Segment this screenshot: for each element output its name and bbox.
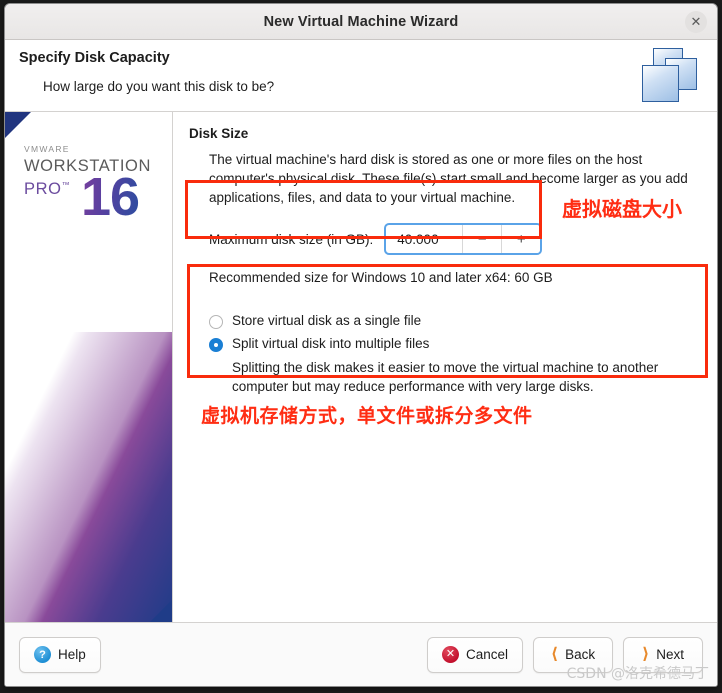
sidebar-gradient-decoration xyxy=(5,332,172,622)
max-disk-size-input[interactable]: 40.000 xyxy=(386,225,462,253)
page-title: Specify Disk Capacity xyxy=(19,50,170,66)
radio-option-multiple-files[interactable]: Split virtual disk into multiple files xyxy=(209,336,703,353)
brand-vmware: VMWARE xyxy=(24,144,70,154)
wizard-window: New Virtual Machine Wizard ✕ Specify Dis… xyxy=(4,3,718,687)
radio-label-single-file: Store virtual disk as a single file xyxy=(232,313,422,329)
help-button[interactable]: ? Help xyxy=(19,636,101,673)
title-bar: New Virtual Machine Wizard ✕ xyxy=(5,4,717,40)
error-circle-icon: ✕ xyxy=(441,646,459,663)
page-header: Specify Disk Capacity How large do you w… xyxy=(5,40,717,112)
brand-pro: PRO™ xyxy=(24,180,71,198)
radio-label-multiple-files: Split virtual disk into multiple files xyxy=(232,336,430,352)
max-disk-size-spinner[interactable]: 40.000 − + xyxy=(384,223,543,256)
radio-button-multiple-files[interactable] xyxy=(209,338,223,353)
increment-button[interactable]: + xyxy=(501,225,541,254)
cancel-button-label: Cancel xyxy=(465,647,508,662)
chevron-left-icon: ⟨ xyxy=(550,645,559,663)
corner-triangle-bottom-decoration xyxy=(150,600,172,622)
annotation-text-disk-size: 虚拟磁盘大小 xyxy=(562,197,682,221)
max-disk-size-label: Maximum disk size (in GB): xyxy=(209,231,374,247)
radio-option-single-file[interactable]: Store virtual disk as a single file xyxy=(209,313,703,330)
vmware-logo: VMWARE WORKSTATION PRO™ 16 xyxy=(24,144,151,232)
footer-button-bar: ? Help ✕ Cancel ⟨ Back ⟩ Next CSDN @洛克希德… xyxy=(5,622,717,686)
decrement-button[interactable]: − xyxy=(462,225,502,254)
annotation-text-storage-mode: 虚拟机存储方式，单文件或拆分多文件 xyxy=(201,405,533,427)
radio-help-multiple-files: Splitting the disk makes it easier to mo… xyxy=(232,360,659,395)
close-icon[interactable]: ✕ xyxy=(685,11,707,33)
chevron-right-icon: ⟩ xyxy=(641,645,650,663)
section-title-disk-size: Disk Size xyxy=(189,126,249,141)
help-button-label: Help xyxy=(58,647,86,662)
radio-button-single-file[interactable] xyxy=(209,315,223,330)
storage-options-group: Store virtual disk as a single file Spli… xyxy=(209,313,703,397)
back-button-label: Back xyxy=(565,647,596,662)
max-disk-size-row: Maximum disk size (in GB): 40.000 − + xyxy=(209,222,703,256)
page-subtitle: How large do you want this disk to be? xyxy=(43,79,275,94)
main-content: Disk Size The virtual machine's hard dis… xyxy=(173,112,717,622)
corner-triangle-decoration xyxy=(5,112,31,138)
csdn-watermark: CSDN @洛克希德马丁 xyxy=(566,666,709,682)
question-mark-icon: ? xyxy=(34,646,51,663)
window-title: New Virtual Machine Wizard xyxy=(263,13,459,30)
recommended-size-note: Recommended size for Windows 10 and late… xyxy=(209,270,553,286)
brand-sidebar: VMWARE WORKSTATION PRO™ 16 xyxy=(5,112,173,622)
stacked-squares-icon xyxy=(639,48,701,106)
brand-version: 16 xyxy=(81,167,140,227)
next-button-label: Next xyxy=(656,647,685,662)
cancel-button[interactable]: ✕ Cancel xyxy=(426,636,523,673)
wizard-body: VMWARE WORKSTATION PRO™ 16 Disk Size The… xyxy=(5,112,717,622)
